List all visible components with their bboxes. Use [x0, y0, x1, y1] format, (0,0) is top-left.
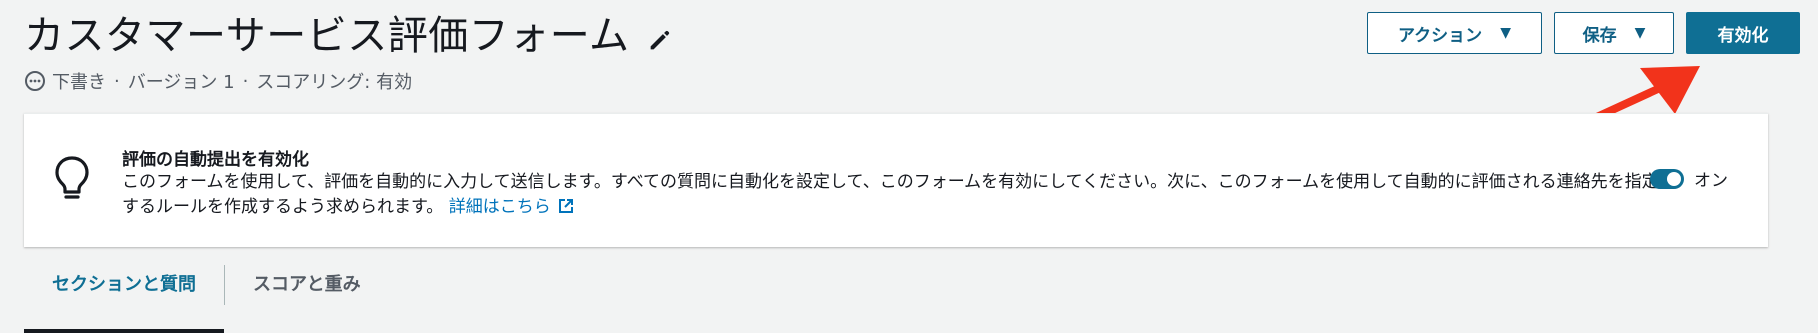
tab-scores-weights[interactable]: スコアと重み: [225, 265, 389, 305]
page-header: カスタマーサービス評価フォーム: [24, 12, 674, 60]
toggle-label: オン: [1694, 171, 1728, 191]
form-meta: 下書き · バージョン 1 · スコアリング: 有効: [24, 68, 412, 94]
meta-separator: ·: [114, 70, 120, 92]
draft-status-icon: [25, 71, 45, 91]
card-title: 評価の自動提出を有効化: [122, 150, 309, 170]
auto-submit-info-card: 評価の自動提出を有効化 このフォームを使用して、評価を自動的に入力して送信します…: [24, 113, 1768, 247]
auto-submit-toggle-group: オン: [1650, 166, 1728, 191]
toggle-knob: [1667, 171, 1681, 186]
tab-sections-questions[interactable]: セクションと質問: [24, 265, 224, 333]
caret-down-icon: ▼: [1500, 25, 1511, 41]
header-actions: アクション ▼ 保存 ▼ 有効化: [1367, 12, 1800, 54]
page-title: カスタマーサービス評価フォーム: [24, 13, 630, 59]
enable-button[interactable]: 有効化: [1686, 12, 1800, 54]
learn-more-label: 詳細はこちら: [448, 197, 551, 217]
save-dropdown-button[interactable]: 保存 ▼: [1554, 12, 1674, 54]
actions-button-label: アクション: [1398, 25, 1483, 46]
actions-dropdown-button[interactable]: アクション ▼: [1367, 12, 1542, 54]
save-button-label: 保存: [1582, 25, 1617, 46]
learn-more-link[interactable]: 詳細はこちら: [449, 197, 575, 217]
lightbulb-icon: [55, 156, 89, 199]
external-link-icon: [558, 199, 573, 213]
meta-separator: ·: [242, 70, 249, 92]
pencil-icon[interactable]: [646, 26, 674, 54]
version-text: バージョン 1: [127, 72, 235, 93]
form-tabs: セクションと質問 スコアと重み: [24, 265, 389, 333]
enable-button-label: 有効化: [1717, 25, 1769, 46]
card-description-text: このフォームを使用して、評価を自動的に入力して送信します。すべての質問に自動化を…: [122, 172, 1659, 217]
auto-submit-toggle[interactable]: [1650, 168, 1684, 189]
caret-down-icon: ▼: [1634, 25, 1646, 41]
card-description: このフォームを使用して、評価を自動的に入力して送信します。すべての質問に自動化を…: [122, 170, 1662, 220]
status-text: 下書き: [52, 72, 106, 93]
scoring-text: スコアリング: 有効: [256, 72, 413, 93]
